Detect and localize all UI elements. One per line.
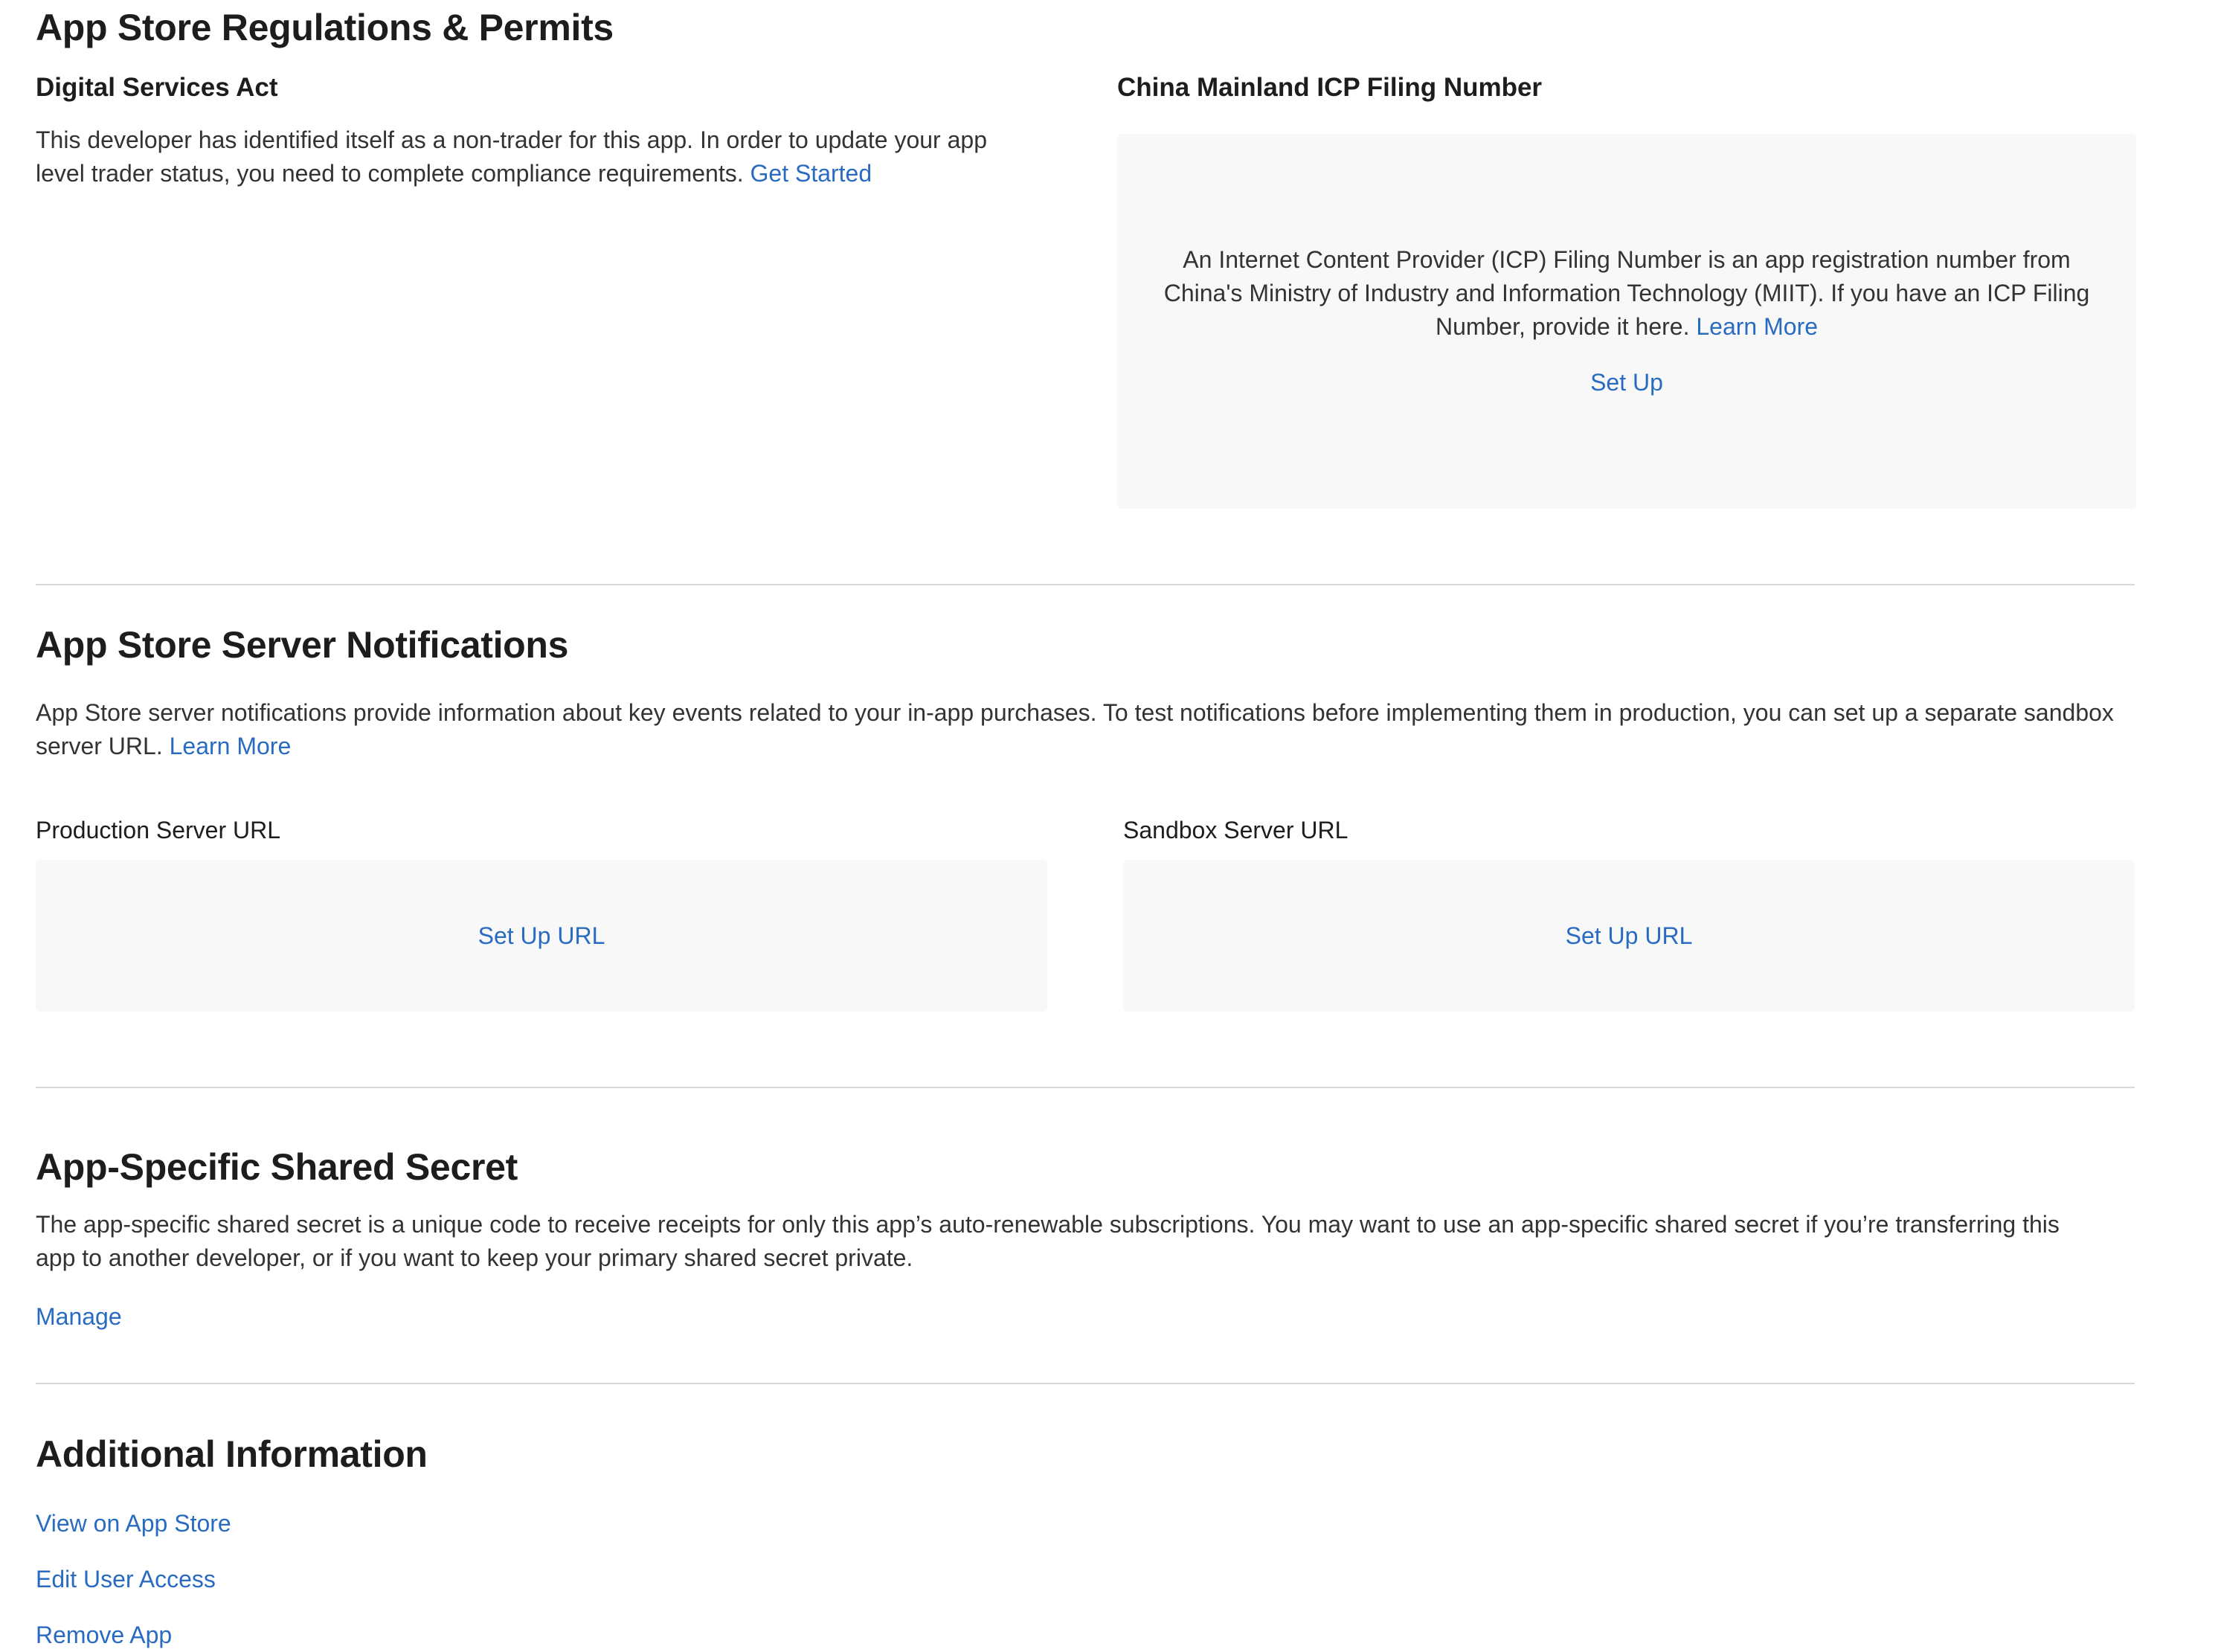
icp-description: An Internet Content Provider (ICP) Filin… <box>1147 243 2106 344</box>
divider <box>36 584 2135 585</box>
icp-setup-button[interactable]: Set Up <box>1590 369 1663 396</box>
view-on-app-store-link[interactable]: View on App Store <box>36 1510 231 1537</box>
dsa-heading: Digital Services Act <box>36 73 278 102</box>
additional-link-row: Remove App <box>36 1619 172 1652</box>
icp-heading: China Mainland ICP Filing Number <box>1117 73 1543 102</box>
sandbox-url-card: Set Up URL <box>1123 860 2135 1012</box>
icp-setup-row: Set Up <box>1147 366 2106 399</box>
icp-text: An Internet Content Provider (ICP) Filin… <box>1163 246 2090 340</box>
notifications-learn-more-link[interactable]: Learn More <box>170 733 292 759</box>
notifications-description: App Store server notifications provide i… <box>36 696 2133 763</box>
sandbox-url-label: Sandbox Server URL <box>1123 817 1349 843</box>
additional-info-section-title: Additional Information <box>36 1433 428 1475</box>
get-started-link[interactable]: Get Started <box>750 160 872 187</box>
additional-link-row: View on App Store <box>36 1507 231 1540</box>
sandbox-setup-url-button[interactable]: Set Up URL <box>1566 922 1693 950</box>
divider <box>36 1087 2135 1088</box>
remove-app-link[interactable]: Remove App <box>36 1622 172 1648</box>
production-url-label: Production Server URL <box>36 817 281 843</box>
edit-user-access-link[interactable]: Edit User Access <box>36 1566 216 1592</box>
icp-card-content: An Internet Content Provider (ICP) Filin… <box>1147 243 2106 399</box>
shared-secret-section-title: App-Specific Shared Secret <box>36 1146 518 1188</box>
notifications-text: App Store server notifications provide i… <box>36 699 2114 759</box>
additional-link-row: Edit User Access <box>36 1563 216 1596</box>
production-setup-url-button[interactable]: Set Up URL <box>478 922 605 950</box>
manage-row: Manage <box>36 1300 122 1334</box>
regulations-section-title: App Store Regulations & Permits <box>36 7 614 48</box>
icp-learn-more-link[interactable]: Learn More <box>1696 313 1818 340</box>
shared-secret-description: The app-specific shared secret is a uniq… <box>36 1211 2060 1271</box>
production-url-card: Set Up URL <box>36 860 1047 1012</box>
divider <box>36 1383 2135 1384</box>
dsa-description: This developer has identified itself as … <box>36 123 1025 190</box>
manage-shared-secret-link[interactable]: Manage <box>36 1303 122 1330</box>
icp-card: An Internet Content Provider (ICP) Filin… <box>1117 134 2136 509</box>
notifications-section-title: App Store Server Notifications <box>36 624 569 666</box>
